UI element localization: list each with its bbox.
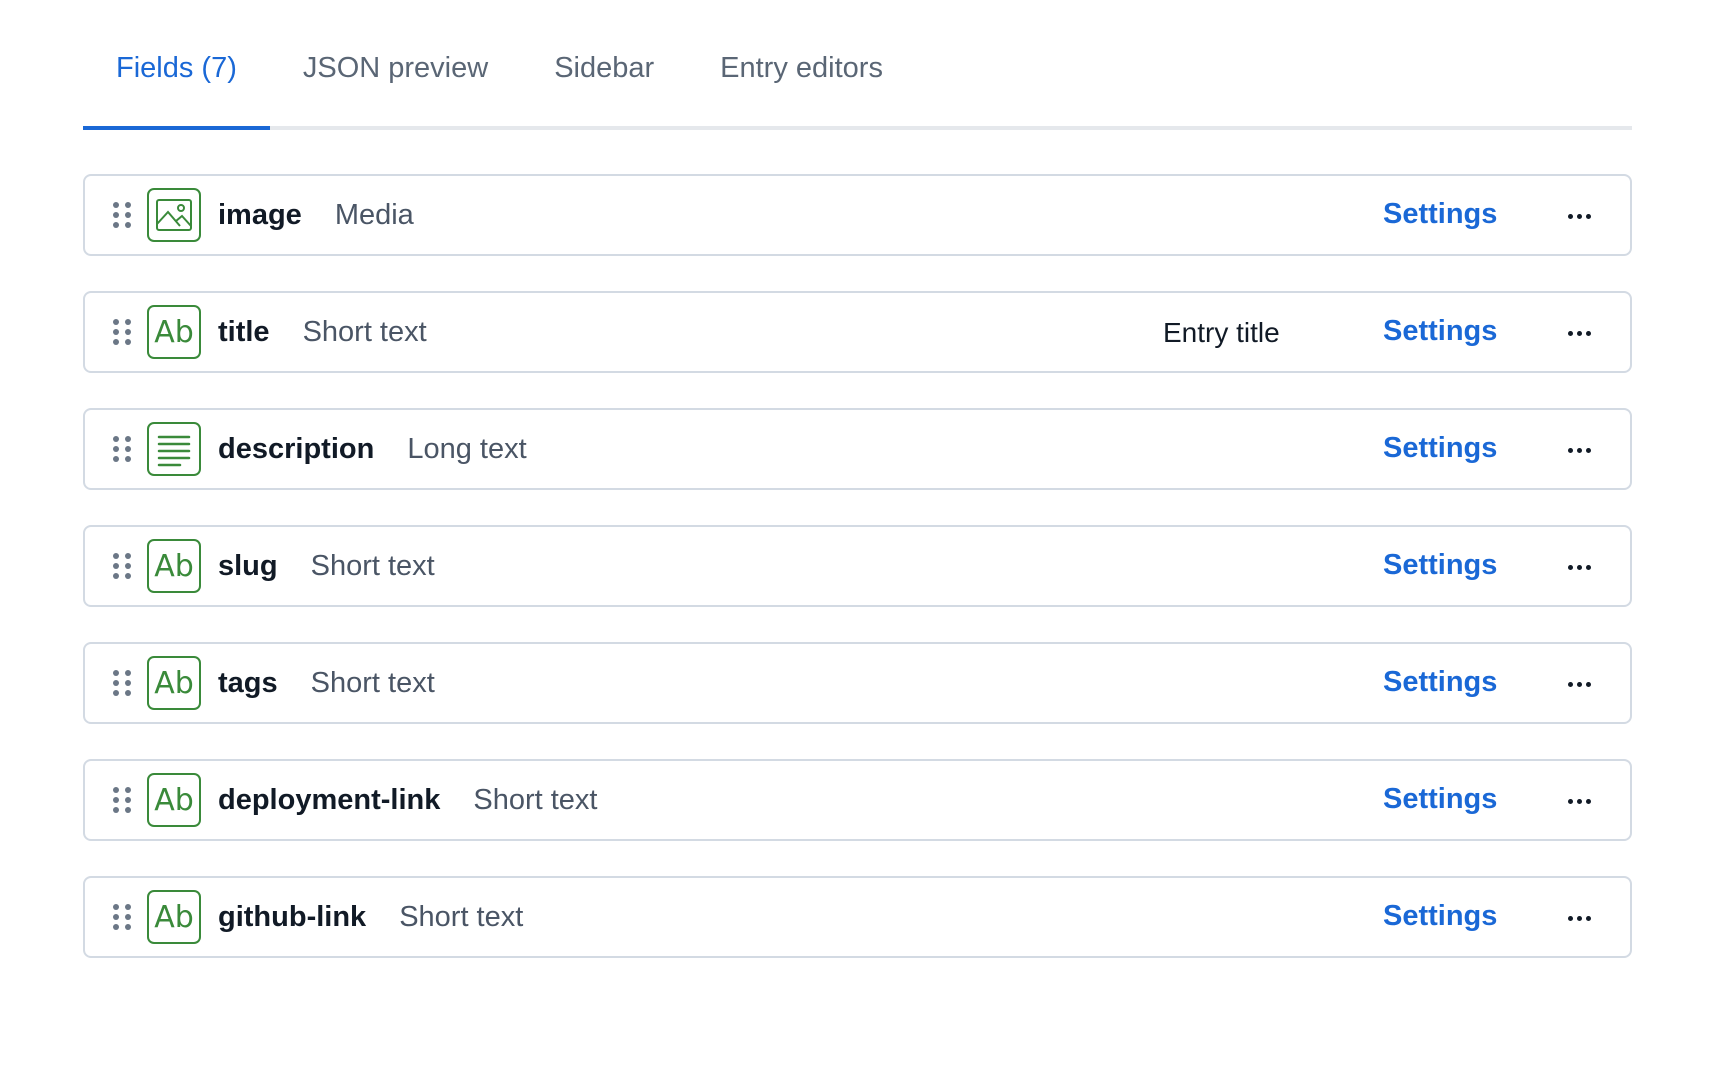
field-type: Short text <box>310 666 435 699</box>
field-row-image: image Media Settings <box>83 174 1632 256</box>
short-text-icon: Ab <box>147 773 201 827</box>
field-name: title <box>218 315 270 348</box>
settings-link[interactable]: Settings <box>1383 198 1497 231</box>
long-text-icon <box>147 422 201 476</box>
settings-link[interactable]: Settings <box>1383 549 1497 582</box>
more-options-icon[interactable] <box>1559 438 1599 462</box>
drag-handle-icon[interactable] <box>109 787 135 813</box>
tab-entry-editors[interactable]: Entry editors <box>687 34 916 126</box>
tab-json-preview[interactable]: JSON preview <box>270 34 521 126</box>
more-options-icon[interactable] <box>1559 321 1599 345</box>
media-icon <box>147 188 201 242</box>
field-row-tags: Ab tags Short text Settings <box>83 642 1632 724</box>
more-options-icon[interactable] <box>1559 555 1599 579</box>
more-options-icon[interactable] <box>1559 906 1599 930</box>
short-text-icon: Ab <box>147 539 201 593</box>
field-row-slug: Ab slug Short text Settings <box>83 525 1632 607</box>
drag-handle-icon[interactable] <box>109 553 135 579</box>
field-type: Short text <box>399 900 524 933</box>
field-name: description <box>218 432 375 465</box>
field-row-title: Ab title Short text Entry title Settings <box>83 291 1632 373</box>
field-name: tags <box>218 666 278 699</box>
field-type: Media <box>334 198 414 231</box>
field-name: deployment-link <box>218 783 441 816</box>
field-type: Short text <box>302 315 427 348</box>
drag-handle-icon[interactable] <box>109 202 135 228</box>
settings-link[interactable]: Settings <box>1383 783 1497 816</box>
field-name: github-link <box>218 900 367 933</box>
field-list: image Media Settings Ab title Short text… <box>83 174 1632 993</box>
drag-handle-icon[interactable] <box>109 670 135 696</box>
settings-link[interactable]: Settings <box>1383 432 1497 465</box>
field-name: slug <box>218 549 278 582</box>
entry-title-badge: Entry title <box>1163 317 1280 348</box>
drag-handle-icon[interactable] <box>109 319 135 345</box>
tab-fields[interactable]: Fields (7) <box>83 34 270 130</box>
field-type: Long text <box>407 432 527 465</box>
more-options-icon[interactable] <box>1559 672 1599 696</box>
short-text-icon: Ab <box>147 656 201 710</box>
short-text-icon: Ab <box>147 890 201 944</box>
field-row-deployment-link: Ab deployment-link Short text Settings <box>83 759 1632 841</box>
more-options-icon[interactable] <box>1559 204 1599 228</box>
settings-link[interactable]: Settings <box>1383 315 1497 348</box>
drag-handle-icon[interactable] <box>109 436 135 462</box>
settings-link[interactable]: Settings <box>1383 666 1497 699</box>
field-name: image <box>218 198 302 231</box>
tab-sidebar[interactable]: Sidebar <box>521 34 687 126</box>
field-row-github-link: Ab github-link Short text Settings <box>83 876 1632 958</box>
field-row-description: description Long text Settings <box>83 408 1632 490</box>
content-type-tabs: Fields (7) JSON preview Sidebar Entry ed… <box>83 34 1632 130</box>
drag-handle-icon[interactable] <box>109 904 135 930</box>
field-type: Short text <box>473 783 598 816</box>
short-text-icon: Ab <box>147 305 201 359</box>
more-options-icon[interactable] <box>1559 789 1599 813</box>
field-type: Short text <box>310 549 435 582</box>
settings-link[interactable]: Settings <box>1383 900 1497 933</box>
